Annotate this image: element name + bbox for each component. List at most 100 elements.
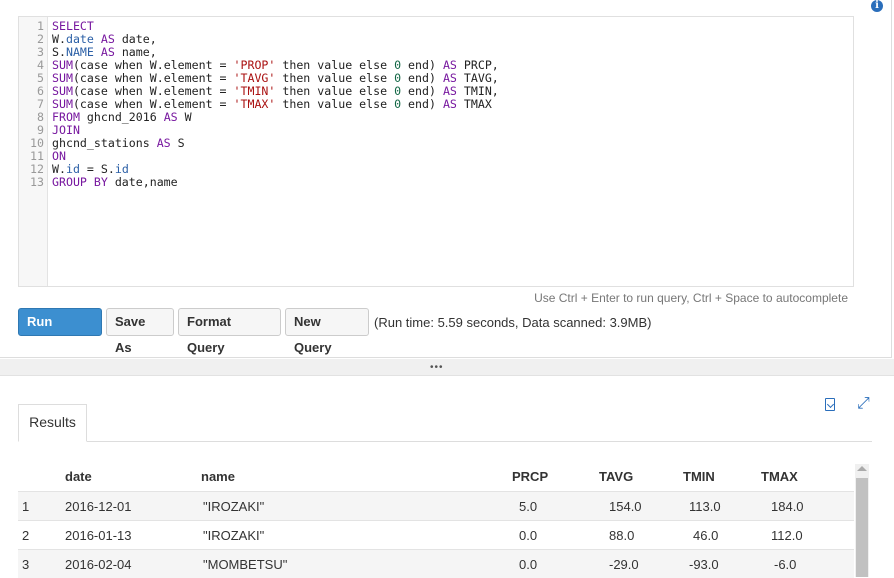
code-token: ghcnd_stations: [52, 136, 157, 150]
code-token: SUM: [52, 84, 73, 98]
export-file-icon[interactable]: [825, 398, 835, 411]
code-token: AS: [101, 32, 115, 46]
code-token: NAME: [66, 45, 94, 59]
cell-date: 2016-02-04: [65, 550, 201, 578]
code-line[interactable]: 10ghcnd_stations AS S: [19, 137, 853, 150]
keyboard-hint: Use Ctrl + Enter to run query, Ctrl + Sp…: [534, 291, 848, 305]
format-query-button[interactable]: Format Query: [178, 308, 281, 336]
code-token: (case when W.element =: [73, 71, 234, 85]
query-editor-panel: i 1SELECT2W.date AS date,3S.NAME AS name…: [0, 0, 892, 358]
line-number: 13: [19, 176, 44, 189]
code-token: W.: [52, 162, 66, 176]
code-token: PRCP,: [457, 58, 499, 72]
cell-tmax: 184.0: [761, 492, 854, 521]
code-line[interactable]: 11ON: [19, 150, 853, 163]
results-scrollbar[interactable]: [855, 464, 869, 577]
code-token: then value else: [275, 58, 394, 72]
code-text: GROUP BY date,name: [52, 176, 178, 189]
code-token: 'TMIN': [234, 84, 276, 98]
pane-splitter[interactable]: •••: [0, 359, 894, 376]
code-token: 'TMAX': [234, 97, 276, 111]
run-status: (Run time: 5.59 seconds, Data scanned: 3…: [374, 315, 651, 330]
code-token: SUM: [52, 58, 73, 72]
save-as-button[interactable]: Save As: [106, 308, 174, 336]
column-header-prcp[interactable]: PRCP: [512, 462, 599, 492]
code-token: AS: [443, 71, 457, 85]
code-token: then value else: [275, 71, 394, 85]
code-token: ghcnd_2016: [80, 110, 164, 124]
column-header-tmax[interactable]: TMAX: [761, 462, 854, 492]
code-token: SELECT: [52, 19, 94, 33]
code-token: end): [401, 71, 443, 85]
code-token: GROUP BY: [52, 175, 108, 189]
cell-tmin: 113.0: [683, 492, 761, 521]
cell-name: "IROZAKI": [201, 521, 512, 550]
code-token: 'PROP': [234, 58, 276, 72]
info-icon[interactable]: i: [871, 0, 883, 12]
code-token: AS: [101, 45, 115, 59]
cell-prcp: 0.0: [512, 521, 599, 550]
code-token: AS: [157, 136, 171, 150]
column-header-tmin[interactable]: TMIN: [683, 462, 761, 492]
code-token: TMAX: [457, 97, 492, 111]
cell-tmin: -93.0: [683, 550, 761, 578]
code-token: date,: [115, 32, 157, 46]
expand-icon[interactable]: ⤢: [857, 396, 870, 412]
new-query-button[interactable]: New Query: [285, 308, 369, 336]
code-token: ON: [52, 149, 66, 163]
code-token: S: [171, 136, 185, 150]
code-token: [94, 32, 101, 46]
code-token: FROM: [52, 110, 80, 124]
cell-tmax: 112.0: [761, 521, 854, 550]
cell-date: 2016-12-01: [65, 492, 201, 521]
code-token: 'TAVG': [234, 71, 276, 85]
code-token: (case when W.element =: [73, 97, 234, 111]
code-token: id: [115, 162, 129, 176]
column-header-date[interactable]: date: [65, 462, 201, 492]
code-token: then value else: [275, 84, 394, 98]
code-token: = S.: [80, 162, 115, 176]
code-token: W: [178, 110, 192, 124]
table-header-row: date name PRCP TAVG TMIN TMAX: [18, 462, 854, 492]
code-token: TMIN,: [457, 84, 499, 98]
cell-prcp: 5.0: [512, 492, 599, 521]
cell-tmax: -6.0: [761, 550, 854, 578]
code-text: ghcnd_stations AS S: [52, 137, 185, 150]
code-token: id: [66, 162, 80, 176]
column-header-index: [18, 462, 65, 492]
tabs-divider: [18, 441, 872, 442]
table-row[interactable]: 3 2016-02-04 "MOMBETSU" 0.0 -29.0 -93.0 …: [18, 550, 854, 578]
code-line[interactable]: 8FROM ghcnd_2016 AS W: [19, 111, 853, 124]
table-row[interactable]: 2 2016-01-13 "IROZAKI" 0.0 88.0 46.0 112…: [18, 521, 854, 550]
code-token: 0: [394, 71, 401, 85]
cell-prcp: 0.0: [512, 550, 599, 578]
code-token: TAVG,: [457, 71, 499, 85]
column-header-name[interactable]: name: [201, 462, 512, 492]
table-row[interactable]: 1 2016-12-01 "IROZAKI" 5.0 154.0 113.0 1…: [18, 492, 854, 521]
code-token: JOIN: [52, 123, 80, 137]
scroll-up-icon[interactable]: [857, 466, 867, 471]
scrollbar-thumb[interactable]: [856, 478, 868, 577]
code-token: AS: [164, 110, 178, 124]
sql-editor[interactable]: 1SELECT2W.date AS date,3S.NAME AS name,4…: [18, 16, 854, 287]
results-table: date name PRCP TAVG TMIN TMAX 1 2016-12-…: [18, 462, 854, 578]
tab-results[interactable]: Results: [18, 404, 87, 442]
cell-tavg: 88.0: [599, 521, 683, 550]
row-index: 3: [18, 550, 65, 578]
code-token: 0: [394, 97, 401, 111]
code-token: 0: [394, 84, 401, 98]
code-token: date: [66, 32, 94, 46]
code-token: end): [401, 84, 443, 98]
code-token: date,name: [108, 175, 178, 189]
code-token: (case when W.element =: [73, 58, 234, 72]
code-line[interactable]: 13 GROUP BY date,name: [19, 176, 853, 189]
run-query-button[interactable]: Run Query: [18, 308, 102, 336]
code-token: SUM: [52, 71, 73, 85]
column-header-tavg[interactable]: TAVG: [599, 462, 683, 492]
code-token: end): [401, 97, 443, 111]
code-token: AS: [443, 84, 457, 98]
cell-tmin: 46.0: [683, 521, 761, 550]
code-token: SUM: [52, 97, 73, 111]
code-token: S.: [52, 45, 66, 59]
cell-tavg: 154.0: [599, 492, 683, 521]
